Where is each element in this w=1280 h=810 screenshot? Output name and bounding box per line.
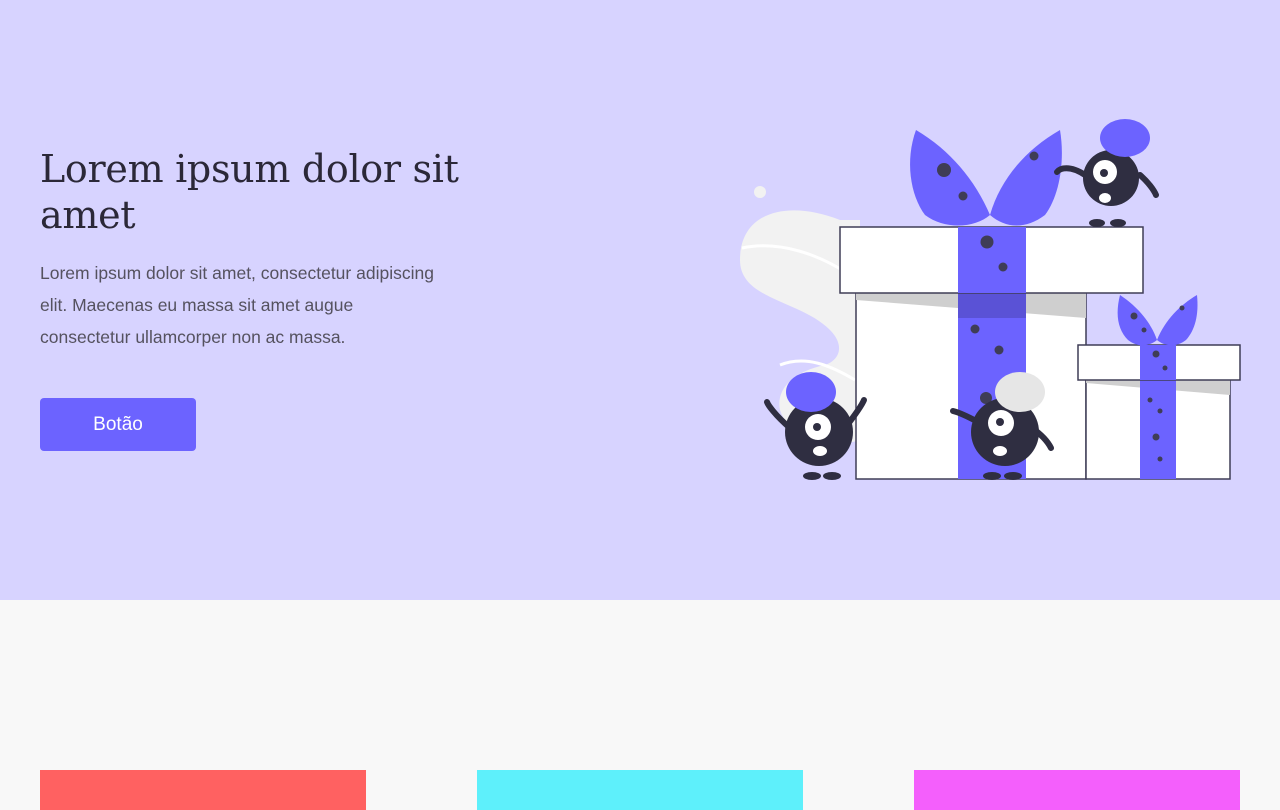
decor-dot: [754, 186, 766, 198]
feature-card-red: [40, 770, 366, 810]
hero-section: Lorem ipsum dolor sit amet Lorem ipsum d…: [0, 0, 1280, 600]
hero-description: Lorem ipsum dolor sit amet, consectetur …: [40, 263, 434, 347]
monster-top-right: [1054, 119, 1159, 227]
feature-card-cyan: [477, 770, 803, 810]
feature-card-magenta: [914, 770, 1240, 810]
hero-title: Lorem ipsum dolor sit amet: [40, 147, 459, 237]
gift-boxes-illustration-icon: [740, 119, 1241, 480]
hero-cta-button[interactable]: Botão: [40, 398, 196, 451]
